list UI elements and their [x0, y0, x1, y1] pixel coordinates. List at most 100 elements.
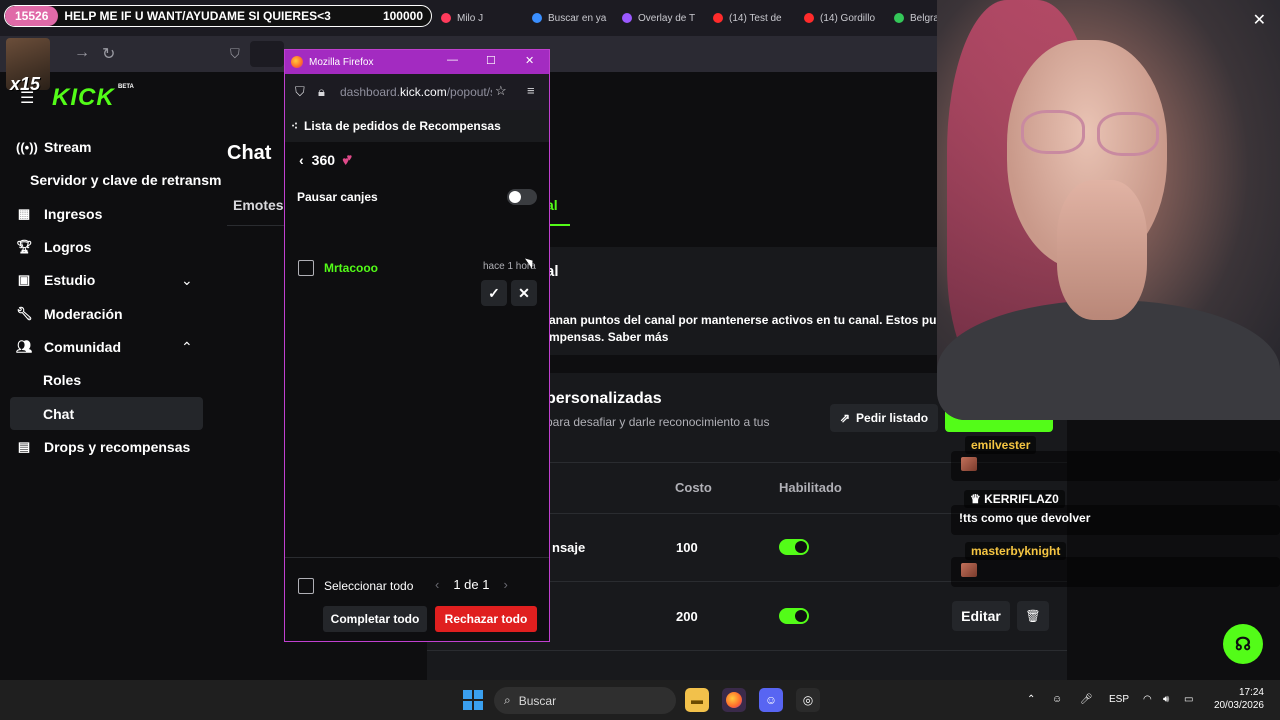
sidebar-item-comunidad[interactable]: 👥︎ Comunidad — [16, 331, 121, 363]
points-row: ‹ 360 💕︎ — [299, 151, 351, 168]
battery-icon[interactable]: ▭ — [1184, 694, 1193, 705]
shield-icon[interactable]: ⛉ — [295, 84, 305, 100]
chevron-up-icon[interactable]: ⌃ — [181, 339, 193, 356]
sidebar-item-drops[interactable]: ▤ Drops y recompensas — [16, 431, 190, 463]
popup-titlebar[interactable]: Mozilla Firefox — [285, 50, 549, 74]
request-list-button[interactable]: ⇗ Pedir listado — [830, 404, 938, 432]
kick-logo[interactable]: KICK — [52, 84, 115, 112]
webcam-feed: ✕ — [937, 0, 1280, 420]
search-placeholder: Buscar — [518, 693, 557, 708]
bookmark-star-icon[interactable]: ☆ — [495, 83, 507, 99]
sidebar-item-label: Estudio — [44, 272, 96, 288]
url-domain: kick.com — [400, 85, 447, 99]
sidebar-item-logros[interactable]: 🏆︎ Logros — [16, 231, 91, 263]
chevron-left-icon[interactable]: ‹ — [299, 152, 304, 168]
browser-tab[interactable]: (14) Gordillo — [804, 8, 875, 28]
menu-icon[interactable]: ☰ — [20, 88, 34, 108]
obs-icon[interactable]: ◎ — [796, 688, 820, 712]
sidebar-item-estudio[interactable]: ▣ Estudio — [16, 264, 96, 296]
request-checkbox[interactable] — [298, 260, 314, 276]
tab-favicon-icon — [804, 13, 814, 23]
sidebar-item-label: Stream — [44, 139, 92, 155]
browser-tab[interactable]: Buscar en ya — [532, 8, 606, 28]
heart-icon: 💕︎ — [343, 151, 352, 167]
crown-icon: ♛ — [970, 492, 985, 506]
wrench-icon: 🔧︎ — [16, 306, 33, 321]
volume-icon[interactable]: 🔊︎ — [1163, 694, 1169, 705]
popup-header: ⁖ Lista de pedidos de Recompensas — [285, 110, 549, 142]
sidebar-item-ingresos[interactable]: ▦ Ingresos — [16, 198, 103, 230]
browser-tab[interactable]: (14) Test de — [713, 8, 782, 28]
tab-emotes[interactable]: Emotes — [233, 197, 284, 213]
taskbar-search[interactable]: ⌕ Buscar — [494, 687, 676, 714]
sidebar-item-moderacion[interactable]: 🔧︎ Moderación — [16, 298, 123, 330]
lock-icon: 🔒︎ — [318, 84, 325, 99]
file-explorer-icon[interactable]: ▬ — [685, 688, 709, 712]
sidebar-item-stream[interactable]: ((•)) Stream — [16, 131, 91, 163]
reward-name: nsaje — [552, 540, 586, 555]
reject-x-icon[interactable]: ✕ — [511, 280, 537, 306]
discord-icon[interactable]: ☺ — [759, 688, 783, 712]
chat-message-row — [951, 557, 1280, 587]
approve-check-icon[interactable]: ✓ — [481, 280, 507, 306]
complete-all-button[interactable]: Completar todo — [323, 606, 427, 632]
url-suffix: /popout/s — [446, 85, 492, 99]
minimize-icon[interactable]: — — [447, 54, 458, 66]
sidebar-item-label: Chat — [43, 406, 75, 422]
microphone-icon[interactable]: 🎤︎ — [1080, 694, 1093, 705]
reject-all-button[interactable]: Rechazar todo — [435, 606, 537, 632]
url-text[interactable]: dashboard.kick.com/popout/s — [340, 85, 492, 99]
close-icon[interactable]: ✕ — [1253, 10, 1266, 30]
next-page-icon[interactable]: › — [504, 577, 508, 592]
divider — [427, 650, 1067, 651]
points-value: 360 — [311, 151, 336, 168]
firefox-logo-icon — [726, 692, 742, 708]
firefox-icon[interactable] — [722, 688, 746, 712]
discord-tray-icon[interactable]: ☺ — [1052, 694, 1062, 705]
browser-tab[interactable]: Overlay de T — [622, 8, 695, 28]
sidebar-item-label: Ingresos — [44, 206, 103, 222]
sidebar-item-stream-key[interactable]: Servidor y clave de retransm — [30, 164, 221, 196]
browser-tab[interactable]: Milo J — [441, 8, 483, 28]
sidebar-item-chat[interactable]: Chat — [43, 398, 74, 430]
support-chat-icon[interactable]: ☊ — [1223, 624, 1263, 664]
request-username[interactable]: Mrtacooo — [324, 261, 378, 275]
prev-page-icon[interactable]: ‹ — [435, 577, 439, 592]
windows-start-icon[interactable] — [463, 690, 483, 710]
language-indicator[interactable]: ESP — [1109, 694, 1129, 705]
pagination: ‹ 1 de 1 › — [435, 577, 508, 592]
tab-favicon-icon — [894, 13, 904, 23]
taskbar-clock[interactable]: 17:24 20/03/2026 — [1212, 686, 1264, 712]
button-label: Pedir listado — [856, 411, 929, 425]
browser-urlbar[interactable] — [250, 41, 284, 67]
reload-icon[interactable]: ↻ — [102, 44, 115, 64]
chat-emote-icon — [961, 457, 977, 471]
chat-username-text: KERRIFLAZ0 — [984, 492, 1059, 506]
pause-redemptions-toggle[interactable] — [507, 189, 537, 205]
goal-target: 100000 — [382, 9, 423, 23]
arrow-out-icon: ⇗ — [839, 411, 851, 425]
window-title: Mozilla Firefox — [309, 56, 374, 68]
hamburger-menu-icon[interactable]: ≡ — [527, 83, 535, 98]
chevron-down-icon[interactable]: ⌄ — [181, 272, 193, 289]
search-icon: ⌕ — [504, 693, 511, 707]
sidebar-item-roles[interactable]: Roles — [43, 364, 81, 396]
sidebar-item-label: Drops y recompensas — [44, 439, 191, 455]
card-description-line[interactable]: mpensas. Saber más — [549, 329, 941, 346]
shield-icon[interactable]: ⛉ — [230, 46, 240, 62]
broadcast-icon: ((•)) — [16, 139, 38, 155]
maximize-icon[interactable]: ☐ — [486, 54, 496, 67]
forward-icon[interactable]: → — [74, 44, 90, 62]
chevron-up-icon[interactable]: ⌃ — [1027, 694, 1035, 705]
tab-label: (14) Gordillo — [820, 12, 876, 24]
beta-badge: BETA — [118, 84, 134, 90]
close-icon[interactable]: ✕ — [525, 54, 534, 67]
trash-icon[interactable]: 🗑︎ — [1017, 601, 1049, 631]
select-all-checkbox[interactable] — [298, 578, 314, 594]
reward-enabled-toggle[interactable] — [779, 539, 809, 555]
wifi-icon[interactable]: ◠ — [1143, 694, 1152, 705]
url-prefix: dashboard. — [340, 85, 401, 99]
studio-icon: ▣ — [17, 272, 31, 287]
edit-reward-button[interactable]: Editar — [952, 601, 1010, 631]
reward-enabled-toggle[interactable] — [779, 608, 809, 624]
